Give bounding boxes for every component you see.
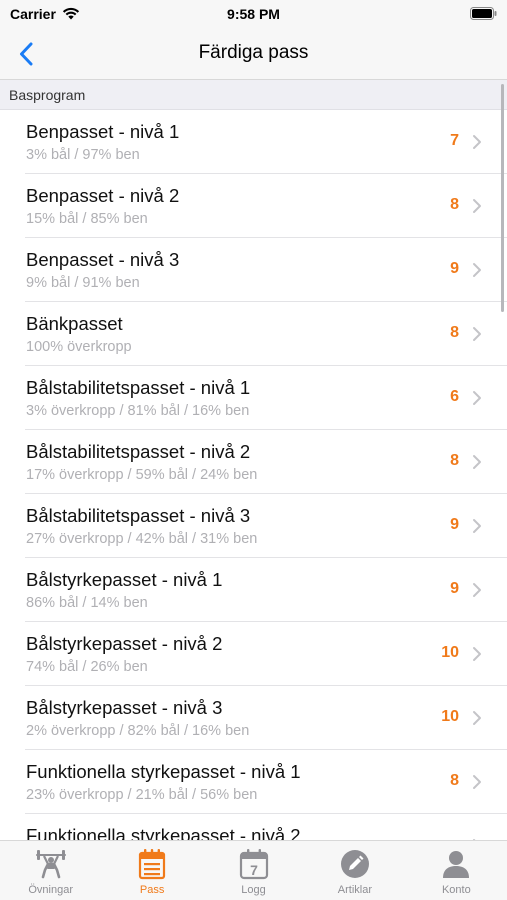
status-time: 9:58 PM <box>227 6 280 22</box>
battery-icon <box>470 7 497 20</box>
workout-distribution: 23% överkropp / 21% bål / 56% ben <box>26 787 258 803</box>
status-bar: Carrier 9:58 PM <box>0 0 507 28</box>
chevron-right-icon <box>473 519 481 533</box>
tab-label: Logg <box>241 884 266 896</box>
workout-distribution: 100% överkropp <box>26 339 132 355</box>
workout-title: Bålstyrkepasset - nivå 2 <box>26 633 223 654</box>
tab-konto[interactable]: Konto <box>406 841 507 900</box>
workout-distribution: 3% överkropp / 81% bål / 16% ben <box>26 403 250 419</box>
tab-ovningar[interactable]: Övningar <box>0 841 101 900</box>
exercise-count: 8 <box>450 196 459 213</box>
list-item[interactable]: Funktionella styrkepasset - nivå 1 23% öv… <box>0 750 507 814</box>
exercise-count: 10 <box>441 708 459 725</box>
chevron-right-icon <box>473 583 481 597</box>
chevron-right-icon <box>473 775 481 789</box>
scroll-indicator[interactable] <box>501 84 504 312</box>
workout-title: Bålstabilitetspasset - nivå 3 <box>26 505 251 526</box>
list-item[interactable]: Bålstabilitetspasset - nivå 1 3% överkrop… <box>0 366 507 430</box>
workout-title: Benpasset - nivå 1 <box>26 121 180 142</box>
exercise-count: 10 <box>441 644 459 661</box>
tab-label: Övningar <box>28 884 74 896</box>
workout-distribution: 9% bål / 91% ben <box>26 275 140 291</box>
list-item[interactable]: Bålstabilitetspasset - nivå 3 27% överkro… <box>0 494 507 558</box>
tab-pass[interactable]: Pass <box>101 841 202 900</box>
exercise-count: 8 <box>450 772 459 789</box>
chevron-right-icon <box>473 263 481 277</box>
list-item[interactable]: Bålstyrkepasset - nivå 1 86% bål / 14% be… <box>0 558 507 622</box>
weightlifter-icon <box>35 850 66 879</box>
list-item[interactable]: Bålstyrkepasset - nivå 3 2% överkropp / 8… <box>0 686 507 750</box>
exercise-count: 6 <box>450 388 459 405</box>
tab-artiklar[interactable]: Artiklar <box>304 841 405 900</box>
chevron-right-icon <box>473 135 481 149</box>
chevron-right-icon <box>473 327 481 341</box>
list-item[interactable]: Benpasset - nivå 2 15% bål / 85% ben 8 <box>0 174 507 238</box>
list-item[interactable]: Benpasset - nivå 1 3% bål / 97% ben 7 <box>0 110 507 174</box>
list-item[interactable]: Benpasset - nivå 3 9% bål / 91% ben 9 <box>0 238 507 302</box>
pencil-icon <box>340 850 369 878</box>
list-item[interactable]: Bålstyrkepasset - nivå 2 74% bål / 26% be… <box>0 622 507 686</box>
exercise-count: 9 <box>450 516 459 533</box>
workout-title: Funktionella styrkepasset - nivå 2 <box>26 825 301 840</box>
chevron-right-icon <box>473 455 481 469</box>
exercise-count: 8 <box>450 324 459 341</box>
workout-distribution: 17% överkropp / 59% bål / 24% ben <box>26 467 258 483</box>
workout-title: Bålstabilitetspasset - nivå 1 <box>26 377 251 398</box>
page-title: Färdiga pass <box>198 42 309 63</box>
chevron-right-icon <box>473 391 481 405</box>
person-icon <box>443 851 470 878</box>
chevron-right-icon <box>473 199 481 213</box>
section-header: Basprogram <box>0 80 507 110</box>
workout-distribution: 74% bål / 26% ben <box>26 659 148 675</box>
exercise-count: 9 <box>450 260 459 277</box>
tab-label: Artiklar <box>337 884 373 896</box>
workout-distribution: 2% överkropp / 82% bål / 16% ben <box>26 723 250 739</box>
workout-title: Funktionella styrkepasset - nivå 1 <box>26 761 301 782</box>
workout-distribution: 3% bål / 97% ben <box>26 147 140 163</box>
workout-title: Benpasset - nivå 2 <box>26 185 180 206</box>
workout-title: Bålstyrkepasset - nivå 1 <box>26 569 223 590</box>
workout-distribution: 15% bål / 85% ben <box>26 211 148 227</box>
exercise-count: 9 <box>450 580 459 597</box>
workout-list[interactable]: Benpasset - nivå 1 3% bål / 97% ben 7 Benpa… <box>0 110 507 840</box>
list-item[interactable]: Funktionella styrkepasset - nivå 2 <box>0 814 507 840</box>
calendar-day-icon: 7 <box>239 849 268 880</box>
tab-label: Pass <box>139 884 165 896</box>
list-item[interactable]: Bänkpasset 100% överkropp 8 <box>0 302 507 366</box>
workout-title: Bålstabilitetspasset - nivå 2 <box>26 441 251 462</box>
calendar-list-icon <box>139 849 166 880</box>
tab-bar: Övningar Pass 7 Logg Artiklar Konto <box>0 840 507 900</box>
chevron-right-icon <box>473 711 481 725</box>
chevron-right-icon <box>473 647 481 661</box>
workout-title: Benpasset - nivå 3 <box>26 249 180 270</box>
navigation-bar: Färdiga pass <box>0 28 507 80</box>
calendar-day-number: 7 <box>250 862 258 878</box>
workout-distribution: 27% överkropp / 42% bål / 31% ben <box>26 531 258 547</box>
tab-label: Konto <box>441 884 471 896</box>
workout-title: Bålstyrkepasset - nivå 3 <box>26 697 223 718</box>
exercise-count: 7 <box>450 132 459 149</box>
workout-distribution: 86% bål / 14% ben <box>26 595 148 611</box>
tab-logg[interactable]: 7 Logg <box>203 841 304 900</box>
section-title: Basprogram <box>9 87 86 103</box>
exercise-count: 8 <box>450 452 459 469</box>
workout-title: Bänkpasset <box>26 313 123 334</box>
list-item[interactable]: Bålstabilitetspasset - nivå 2 17% överkro… <box>0 430 507 494</box>
